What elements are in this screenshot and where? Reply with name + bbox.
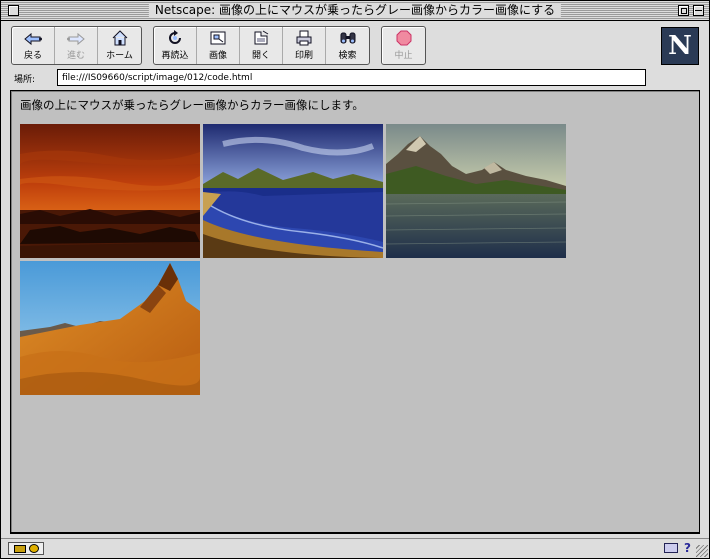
security-icon[interactable] [8,542,44,555]
back-button[interactable]: 戻る [12,27,55,64]
home-button[interactable]: ホーム [98,27,141,64]
stop-button-group: 中止 [381,26,426,65]
back-arrow-icon [24,32,42,46]
find-button[interactable]: 検索 [326,27,369,64]
images-icon [210,31,226,45]
desert-peak-image[interactable] [20,261,200,395]
reload-icon [169,30,181,44]
stop-label: 中止 [394,51,413,61]
mountain-lake-image[interactable] [386,124,566,258]
open-label: 開く [251,51,270,61]
browser-window: Netscape: 画像の上にマウスが乗ったらグレー画像からカラー画像にする 戻… [0,0,710,559]
home-icon [112,30,127,46]
lock-icon [28,544,39,553]
back-label: 戻る [23,51,42,61]
status-bar: ? [1,538,709,558]
tools-button-group: 再読込 画像 開く 印刷 検索 [153,26,370,65]
stop-icon [396,30,411,46]
print-icon [296,30,312,46]
url-field[interactable] [57,69,646,86]
open-button[interactable]: 開く [240,27,283,64]
close-box-icon[interactable] [8,5,19,16]
images-button[interactable]: 画像 [197,27,240,64]
home-label: ホーム [106,51,133,61]
stop-button[interactable]: 中止 [382,27,425,64]
bay-beach-image[interactable] [203,124,383,258]
print-label: 印刷 [294,51,313,61]
sunset-sea-image[interactable] [20,124,200,258]
nav-button-group: 戻る 進む ホーム [11,26,142,65]
location-bar: 場所: [1,68,709,88]
help-icon[interactable]: ? [684,541,691,555]
find-icon [340,32,355,44]
print-button[interactable]: 印刷 [283,27,326,64]
zoom-box-icon[interactable] [678,5,689,16]
collapse-box-icon[interactable] [693,5,704,16]
page-content: 画像の上にマウスが乗ったらグレー画像からカラー画像にします。 [10,90,700,534]
status-icons: ? [664,541,691,555]
component-bar-icon [13,544,26,553]
reload-button[interactable]: 再読込 [154,27,197,64]
forward-button[interactable]: 進む [55,27,98,64]
reload-label: 再読込 [161,51,189,61]
open-icon [254,30,269,45]
resize-handle[interactable] [696,545,708,557]
forward-label: 進む [66,51,85,61]
toolbar: 戻る 進む ホーム 再読込 画像 開く 印刷 検索 中止 N [1,22,709,68]
find-label: 検索 [338,51,357,61]
page-heading: 画像の上にマウスが乗ったらグレー画像からカラー画像にします。 [20,98,364,112]
content-bottom-edge [11,532,699,533]
forward-arrow-icon [67,32,85,46]
location-label: 場所: [14,75,36,85]
mail-icon[interactable] [664,543,679,553]
title-bar[interactable]: Netscape: 画像の上にマウスが乗ったらグレー画像からカラー画像にする [1,1,709,21]
netscape-logo[interactable]: N [661,27,699,65]
logo-letter: N [668,31,692,61]
window-title: Netscape: 画像の上にマウスが乗ったらグレー画像からカラー画像にする [148,3,562,18]
images-label: 画像 [208,51,227,61]
